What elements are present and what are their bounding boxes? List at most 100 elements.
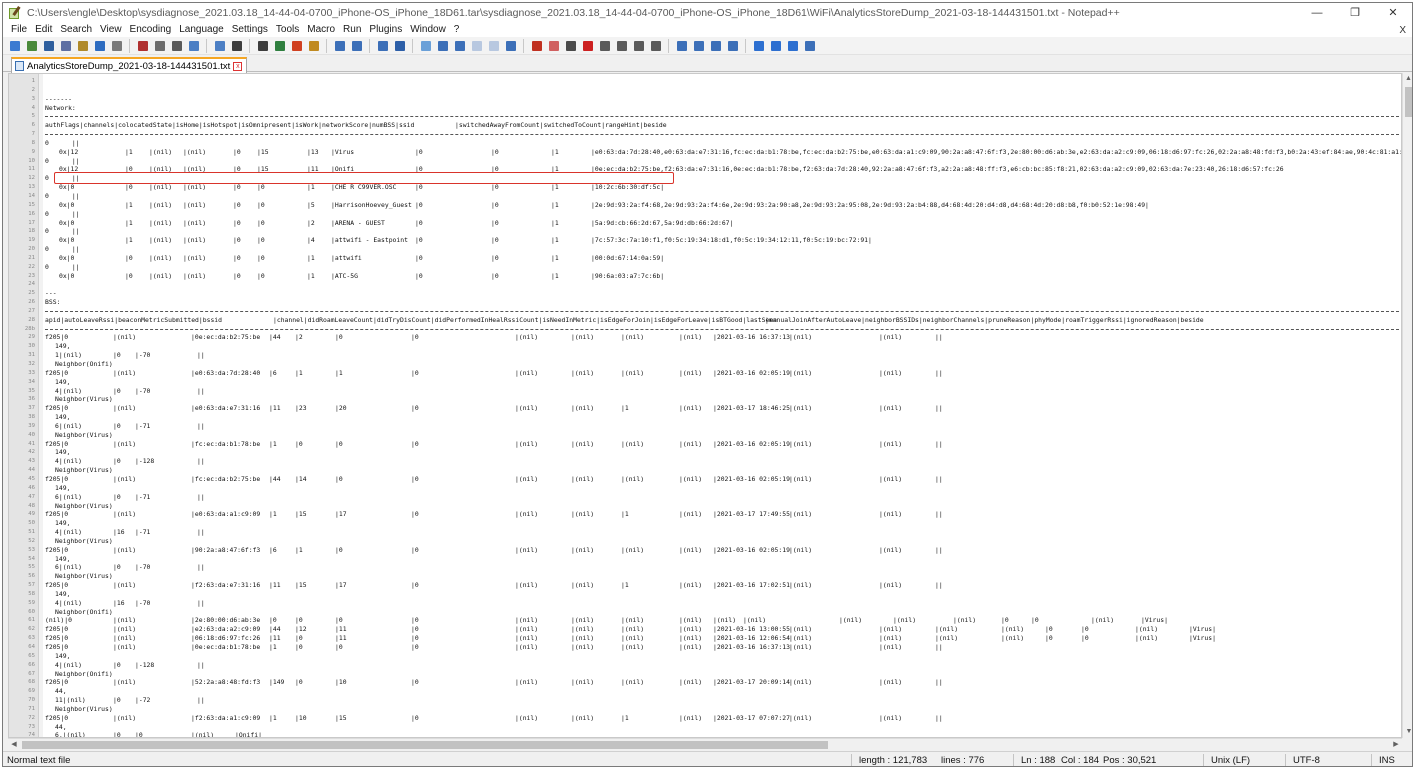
text-field: ---	[45, 289, 57, 298]
text-field: |(nil)	[879, 625, 903, 634]
horizontal-scroll-thumb[interactable]	[22, 741, 828, 749]
menu-encoding[interactable]: Encoding	[126, 23, 176, 37]
text-editor[interactable]: 1 2 3 ------- 4 Network: 5 6 authFlags|channels|…	[8, 73, 1402, 738]
menu-view[interactable]: View	[96, 23, 126, 37]
toolbar-glyph-icon	[9, 40, 20, 51]
toolbar-button-icon[interactable]	[186, 39, 201, 53]
toolbar-button-icon[interactable]	[255, 39, 270, 53]
toolbar-button-icon[interactable]	[802, 39, 817, 53]
toolbar-button-icon[interactable]	[614, 39, 629, 53]
text-field: |0	[1001, 616, 1009, 625]
status-insert-mode[interactable]: INS	[1379, 752, 1395, 766]
toolbar-button-icon[interactable]	[563, 39, 578, 53]
toolbar-button-icon[interactable]	[135, 39, 150, 53]
title-bar[interactable]: C:\Users\engle\Desktop\sysdiagnose_2021.…	[3, 3, 1412, 23]
toolbar-button-icon[interactable]	[75, 39, 90, 53]
minimize-button[interactable]: —	[1298, 3, 1336, 23]
scroll-right-icon[interactable]: ▶	[1390, 739, 1402, 751]
text-field: 0x|12	[59, 147, 79, 156]
toolbar-button-icon[interactable]	[631, 39, 646, 53]
menu-language[interactable]: Language	[175, 23, 228, 37]
text-field: |0	[335, 439, 343, 448]
toolbar-button-icon[interactable]	[349, 39, 364, 53]
toolbar-button-icon[interactable]	[691, 39, 706, 53]
text-field: |1	[551, 253, 559, 262]
toolbar-button-icon[interactable]	[272, 39, 287, 53]
editor-line: 41 f205|0 |(nil) |fc:ec:da:b1:78:be |1 |0 |0 |0…	[9, 439, 1401, 449]
toolbar-button-icon[interactable]	[435, 39, 450, 53]
scroll-down-icon[interactable]: ▼	[1403, 726, 1412, 738]
toolbar-button-icon[interactable]	[152, 39, 167, 53]
toolbar-button-icon[interactable]	[751, 39, 766, 53]
vertical-scroll-thumb[interactable]	[1405, 87, 1412, 117]
text-field: f205|0	[45, 634, 69, 643]
toolbar-button-icon[interactable]	[546, 39, 561, 53]
editor-line: 44 Neighbor(Virus)	[9, 466, 1401, 475]
menu-plugins[interactable]: Plugins	[365, 23, 406, 37]
toolbar-button-icon[interactable]	[580, 39, 595, 53]
toolbar-button-icon[interactable]	[306, 39, 321, 53]
toolbar-button-icon[interactable]	[469, 39, 484, 53]
toolbar-button-icon[interactable]	[41, 39, 56, 53]
toolbar-button-icon[interactable]	[24, 39, 39, 53]
toolbar-button-icon[interactable]	[418, 39, 433, 53]
text-field: |15	[295, 581, 307, 590]
toolbar-button-icon[interactable]	[332, 39, 347, 53]
toolbar-button-icon[interactable]	[452, 39, 467, 53]
text-field: ||	[935, 581, 943, 590]
toolbar-button-icon[interactable]	[169, 39, 184, 53]
status-eol[interactable]: Unix (LF)	[1211, 752, 1250, 766]
text-field: |-70	[135, 598, 151, 607]
text-field: |(nil)	[679, 581, 703, 590]
text-field: |0	[233, 253, 241, 262]
toolbar-button-icon[interactable]	[375, 39, 390, 53]
editor-line: 25 ---	[9, 289, 1401, 298]
menu-window[interactable]: Window	[406, 23, 450, 37]
toolbar-button-icon[interactable]	[597, 39, 612, 53]
toolbar-button-icon[interactable]	[768, 39, 783, 53]
toolbar-button-icon[interactable]	[212, 39, 227, 53]
toolbar-button-icon[interactable]	[785, 39, 800, 53]
text-field: |-128	[135, 457, 155, 466]
toolbar-button-icon[interactable]	[708, 39, 723, 53]
menu-tools[interactable]: Tools	[272, 23, 303, 37]
toolbar-button-icon[interactable]	[289, 39, 304, 53]
menu-macro[interactable]: Macro	[303, 23, 339, 37]
toolbar-button-icon[interactable]	[92, 39, 107, 53]
toolbar-button-icon[interactable]	[486, 39, 501, 53]
toolbar-button-icon[interactable]	[392, 39, 407, 53]
menu-search[interactable]: Search	[56, 23, 96, 37]
text-field: ||	[197, 660, 205, 669]
menu-settings[interactable]: Settings	[228, 23, 272, 37]
toolbar-button-icon[interactable]	[725, 39, 740, 53]
maximize-button[interactable]: ❐	[1336, 3, 1374, 23]
tab-close-icon[interactable]: x	[233, 61, 243, 71]
menu-edit[interactable]: Edit	[31, 23, 56, 37]
toolbar-button-icon[interactable]	[674, 39, 689, 53]
scroll-up-icon[interactable]: ▲	[1403, 73, 1412, 85]
status-position: Pos : 30,521	[1103, 755, 1157, 766]
toolbar-button-icon[interactable]	[229, 39, 244, 53]
toolbar-button-icon[interactable]	[58, 39, 73, 53]
toolbar-button-icon[interactable]	[7, 39, 22, 53]
toolbar-button-icon[interactable]	[529, 39, 544, 53]
menu-help[interactable]: ?	[450, 23, 464, 37]
menu-run[interactable]: Run	[339, 23, 365, 37]
horizontal-scrollbar[interactable]: ◀ ▶	[8, 738, 1402, 750]
editor-line: 43 4|(nil) |0 |-128 ||	[9, 457, 1401, 466]
toolbar-button-icon[interactable]	[109, 39, 124, 53]
menu-file[interactable]: File	[7, 23, 31, 37]
close-document-button[interactable]: X	[1399, 25, 1406, 36]
text-field: |ARENA - GUEST	[331, 218, 385, 227]
editor-line: 15 0x|0 |1 |(nil) |(nil) |0 |0 |5 |HarrisonHoeve…	[9, 201, 1401, 210]
tab-analytics-store-dump[interactable]: AnalyticsStoreDump_2021-03-18-144431501.…	[11, 57, 248, 73]
text-field: 4|(nil)	[55, 528, 82, 537]
scroll-left-icon[interactable]: ◀	[8, 739, 20, 751]
toolbar-button-icon[interactable]	[503, 39, 518, 53]
text-field: 0x|0	[59, 253, 75, 262]
text-field: |1	[307, 183, 315, 192]
close-window-button[interactable]: ✕	[1374, 3, 1412, 23]
status-encoding[interactable]: UTF-8	[1293, 752, 1320, 766]
vertical-scrollbar[interactable]: ▲ ▼	[1402, 73, 1412, 738]
toolbar-button-icon[interactable]	[648, 39, 663, 53]
